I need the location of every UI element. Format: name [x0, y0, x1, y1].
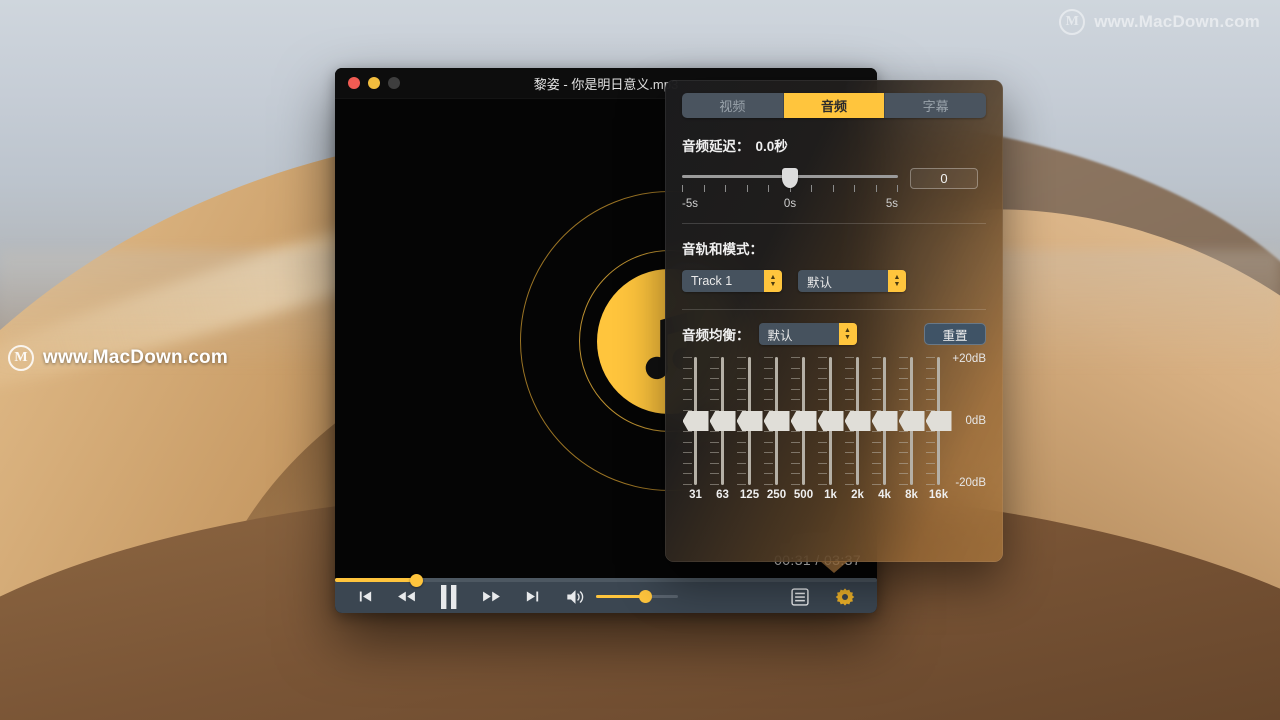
close-button[interactable]	[348, 77, 360, 89]
watermark-text: www.MacDown.com	[43, 347, 228, 368]
skip-forward-icon	[526, 591, 539, 602]
zoom-button[interactable]	[388, 77, 400, 89]
chevron-updown-icon[interactable]: ▲ ▼	[888, 270, 906, 292]
rewind-button[interactable]	[396, 588, 417, 605]
audio-mode-value: 默认	[807, 275, 833, 290]
audio-delay-field[interactable]: 0	[910, 168, 978, 189]
progress-fill	[335, 578, 417, 582]
progress-slider[interactable]	[335, 572, 877, 588]
playlist-icon	[791, 587, 809, 606]
audio-delay-value: 0.0秒	[755, 139, 788, 154]
skip-back-icon	[359, 591, 372, 602]
equalizer-reset-button[interactable]: 重置	[924, 323, 986, 345]
equalizer-frequency-label: 63	[716, 489, 729, 501]
fast-forward-button[interactable]	[481, 588, 502, 605]
equalizer-area: +20dB 0dB -20dB 31 63 125 250 500 1k 2k 4k 8k 16k	[682, 353, 986, 507]
macdown-logo-icon: M	[1059, 9, 1086, 35]
tab-audio[interactable]: 音频	[783, 93, 886, 118]
audio-delay-label: 音频延迟：	[682, 139, 750, 154]
audio-delay-row: -5s 0s 5s 0	[682, 168, 986, 210]
volume-slider[interactable]	[596, 590, 678, 603]
watermark-left: M www.MacDown.com	[8, 345, 228, 371]
equalizer-band-4k[interactable]	[871, 357, 898, 485]
chevron-updown-icon[interactable]: ▲ ▼	[764, 270, 782, 292]
audio-delay-knob[interactable]	[782, 168, 798, 188]
audio-track-value: Track 1	[691, 274, 733, 288]
equalizer-band-2k[interactable]	[844, 357, 871, 485]
gear-icon	[835, 587, 855, 606]
tab-subtitle[interactable]: 字幕	[885, 93, 986, 118]
settings-button[interactable]	[835, 587, 855, 607]
equalizer-header: 音频均衡： 默认 ▲ ▼ 重置	[682, 323, 986, 345]
equalizer-bands	[682, 357, 952, 485]
delay-scale-mid: 0s	[783, 198, 797, 210]
equalizer-band-250[interactable]	[763, 357, 790, 485]
equalizer-frequency-label: 31	[689, 489, 702, 501]
delay-scale-max: 5s	[885, 198, 898, 210]
macdown-logo-icon: M	[8, 345, 34, 371]
eq-db-top: +20dB	[952, 353, 986, 365]
speaker-icon	[567, 589, 584, 604]
watermark-text: www.MacDown.com	[1094, 12, 1260, 31]
equalizer-frequency-label: 2k	[851, 489, 864, 501]
player-control-bar	[335, 574, 877, 613]
settings-divider-2	[682, 309, 986, 310]
equalizer-frequency-label: 16k	[928, 489, 949, 501]
traffic-lights	[348, 77, 400, 89]
settings-tabs: 视频 音频 字幕	[682, 93, 986, 118]
eq-db-bottom: -20dB	[955, 477, 986, 489]
equalizer-db-scale: +20dB 0dB -20dB	[928, 353, 986, 489]
settings-divider-1	[682, 223, 986, 224]
equalizer-frequency-label: 125	[739, 489, 760, 501]
equalizer-band-1k[interactable]	[817, 357, 844, 485]
volume-button[interactable]	[565, 588, 586, 606]
equalizer-preset-value: 默认	[767, 328, 793, 343]
equalizer-band-63[interactable]	[709, 357, 736, 485]
control-right-group	[791, 587, 855, 607]
progress-knob[interactable]	[409, 574, 423, 587]
equalizer-band-31[interactable]	[682, 357, 709, 485]
audio-mode-select[interactable]: 默认 ▲ ▼	[798, 270, 906, 292]
volume-knob[interactable]	[638, 590, 652, 603]
rewind-icon	[398, 591, 415, 602]
equalizer-frequency-label: 4k	[878, 489, 891, 501]
chevron-updown-icon[interactable]: ▲ ▼	[838, 323, 857, 345]
playlist-button[interactable]	[791, 587, 809, 606]
track-mode-label: 音轨和模式：	[682, 242, 763, 257]
audio-track-select[interactable]: Track 1 ▲ ▼	[682, 270, 782, 292]
tab-video[interactable]: 视频	[682, 93, 784, 118]
audio-delay-header: 音频延迟： 0.0秒	[682, 135, 986, 155]
equalizer-frequency-label: 8k	[905, 489, 918, 501]
equalizer-frequency-labels: 31 63 125 250 500 1k 2k 4k 8k 16k	[682, 489, 952, 501]
equalizer-label: 音频均衡：	[682, 328, 750, 343]
previous-track-button[interactable]	[357, 588, 374, 605]
watermark-top-right: M www.MacDown.com	[1059, 9, 1260, 35]
equalizer-preset-select[interactable]: 默认 ▲ ▼	[758, 323, 857, 345]
track-mode-header: 音轨和模式：	[682, 238, 986, 259]
fast-forward-icon	[483, 591, 500, 602]
equalizer-band-500[interactable]	[790, 357, 817, 485]
equalizer-band-8k[interactable]	[898, 357, 925, 485]
equalizer-band-125[interactable]	[736, 357, 763, 485]
audio-settings-popover: 视频 音频 字幕 音频延迟： 0.0秒 -5s 0s 5s 0 音轨和模式： T…	[665, 80, 1003, 562]
minimize-button[interactable]	[368, 77, 380, 89]
equalizer-frequency-label: 500	[793, 489, 814, 501]
next-track-button[interactable]	[524, 588, 541, 605]
equalizer-frequency-label: 1k	[824, 489, 837, 501]
delay-scale-min: -5s	[682, 198, 698, 210]
track-mode-row: Track 1 ▲ ▼ 默认 ▲ ▼	[682, 270, 986, 292]
eq-db-mid: 0dB	[965, 415, 986, 427]
volume-fill	[596, 595, 646, 598]
equalizer-frequency-label: 250	[766, 489, 787, 501]
